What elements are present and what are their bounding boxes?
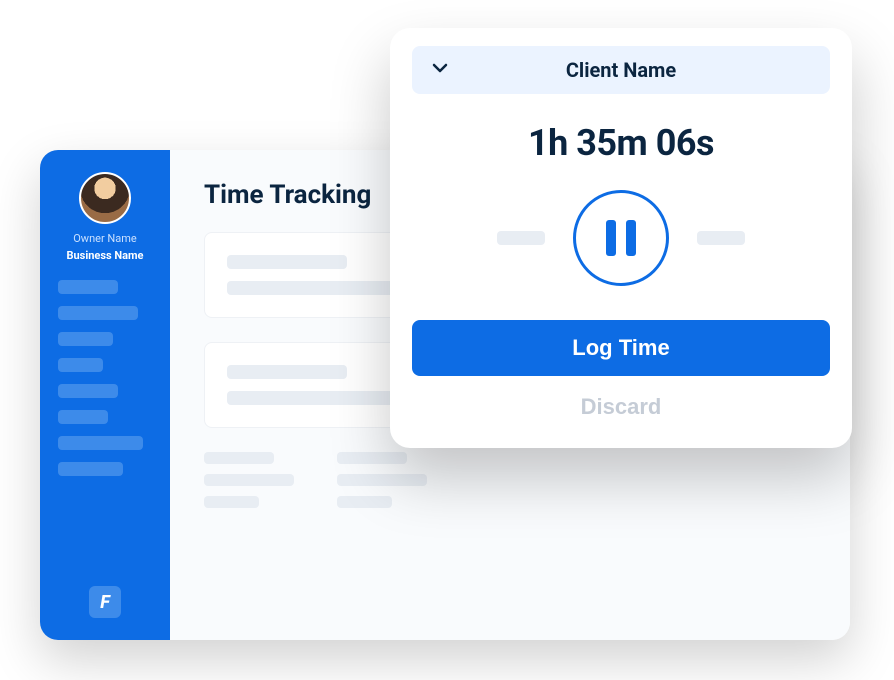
pause-icon [606, 220, 616, 256]
discard-button[interactable]: Discard [581, 394, 662, 420]
placeholder-line [337, 474, 427, 486]
nav-item[interactable] [58, 280, 118, 294]
placeholder-line [204, 452, 274, 464]
avatar[interactable] [79, 172, 131, 224]
client-label: Client Name [566, 58, 676, 82]
placeholder-line [337, 496, 392, 508]
client-dropdown[interactable]: Client Name [412, 46, 830, 94]
nav-item[interactable] [58, 436, 143, 450]
pause-button[interactable] [573, 190, 669, 286]
placeholder-line [227, 255, 347, 269]
log-time-button[interactable]: Log Time [412, 320, 830, 376]
timer-controls [497, 190, 745, 286]
columns-placeholder [204, 452, 816, 508]
placeholder-line [204, 474, 294, 486]
nav-item[interactable] [58, 332, 113, 346]
nav-items [40, 280, 170, 476]
nav-item[interactable] [58, 462, 123, 476]
owner-name: Owner Name [73, 232, 137, 245]
placeholder-line [337, 452, 407, 464]
placeholder-line [204, 496, 259, 508]
next-control-placeholder[interactable] [697, 231, 745, 245]
chevron-down-icon [430, 58, 450, 82]
column-placeholder [337, 452, 432, 508]
business-name: Business Name [67, 249, 144, 262]
nav-item[interactable] [58, 384, 118, 398]
column-placeholder [204, 452, 299, 508]
pause-icon [626, 220, 636, 256]
placeholder-line [227, 365, 347, 379]
elapsed-time: 1h 35m 06s [528, 122, 714, 164]
nav-item[interactable] [58, 306, 138, 320]
logo-letter: F [100, 592, 110, 613]
nav-item[interactable] [58, 358, 103, 372]
sidebar: Owner Name Business Name F [40, 150, 170, 640]
nav-item[interactable] [58, 410, 108, 424]
logo-icon: F [89, 586, 121, 618]
prev-control-placeholder[interactable] [497, 231, 545, 245]
timer-panel: Client Name 1h 35m 06s Log Time Discard [390, 28, 852, 448]
